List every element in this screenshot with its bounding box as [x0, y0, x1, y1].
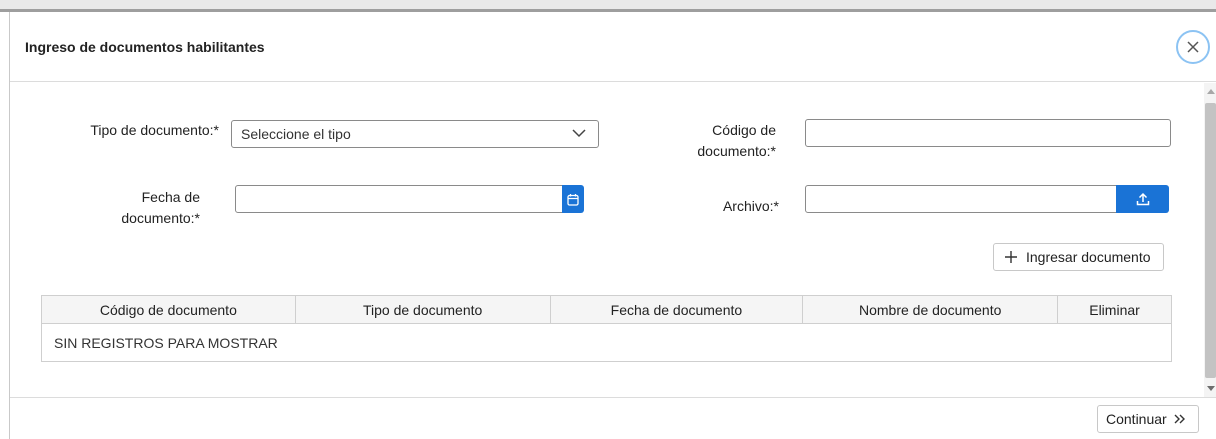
document-modal: Ingreso de documentos habilitantes Tipo …	[9, 12, 1216, 439]
tipo-documento-placeholder: Seleccione el tipo	[241, 126, 351, 142]
archivo-input[interactable]	[805, 185, 1117, 213]
continuar-button[interactable]: Continuar	[1097, 405, 1199, 433]
fecha-documento-label-line1: Fecha de	[141, 189, 200, 205]
modal-footer: Continuar	[10, 397, 1216, 439]
codigo-documento-label-line2: documento:*	[697, 143, 776, 159]
plus-icon	[1005, 251, 1017, 263]
vertical-scrollbar[interactable]	[1204, 83, 1216, 397]
modal-body: Tipo de documento:* Seleccione el tipo C…	[10, 83, 1204, 397]
scroll-down-arrow-icon[interactable]	[1207, 386, 1215, 391]
documents-table: Código de documento Tipo de documento Fe…	[41, 295, 1172, 362]
window-top-edge	[0, 0, 1216, 12]
ingresar-documento-label: Ingresar documento	[1026, 249, 1151, 265]
column-nombre-documento: Nombre de documento	[802, 295, 1059, 324]
modal-header: Ingreso de documentos habilitantes	[10, 12, 1216, 82]
codigo-documento-label-line1: Código de	[712, 122, 776, 138]
continuar-label: Continuar	[1106, 411, 1167, 427]
codigo-documento-label: Código de documento:*	[610, 120, 776, 162]
fecha-documento-input[interactable]	[235, 185, 563, 213]
column-tipo-documento: Tipo de documento	[294, 295, 551, 324]
close-icon	[1187, 41, 1199, 53]
calendar-button[interactable]	[562, 185, 584, 213]
tipo-documento-select[interactable]: Seleccione el tipo	[231, 120, 599, 148]
double-chevron-right-icon	[1174, 414, 1185, 424]
upload-icon	[1136, 192, 1149, 206]
ingresar-documento-button[interactable]: Ingresar documento	[993, 243, 1164, 271]
column-codigo-documento: Código de documento	[41, 295, 296, 324]
fecha-documento-label: Fecha de documento:*	[10, 187, 200, 229]
chevron-down-icon	[572, 129, 586, 138]
column-fecha-documento: Fecha de documento	[549, 295, 804, 324]
table-header-row: Código de documento Tipo de documento Fe…	[41, 295, 1172, 324]
archivo-label: Archivo:*	[722, 198, 779, 214]
codigo-documento-input[interactable]	[805, 119, 1171, 147]
scroll-thumb[interactable]	[1205, 103, 1216, 378]
close-button[interactable]	[1176, 30, 1210, 64]
modal-title: Ingreso de documentos habilitantes	[25, 39, 265, 55]
upload-button[interactable]	[1116, 185, 1169, 213]
scroll-up-arrow-icon[interactable]	[1207, 89, 1215, 94]
tipo-documento-label: Tipo de documento:*	[90, 122, 219, 138]
calendar-icon	[567, 193, 579, 206]
empty-table-message: SIN REGISTROS PARA MOSTRAR	[41, 323, 1172, 362]
column-eliminar: Eliminar	[1057, 295, 1172, 324]
table-row: SIN REGISTROS PARA MOSTRAR	[41, 323, 1172, 362]
fecha-documento-label-line2: documento:*	[121, 210, 200, 226]
